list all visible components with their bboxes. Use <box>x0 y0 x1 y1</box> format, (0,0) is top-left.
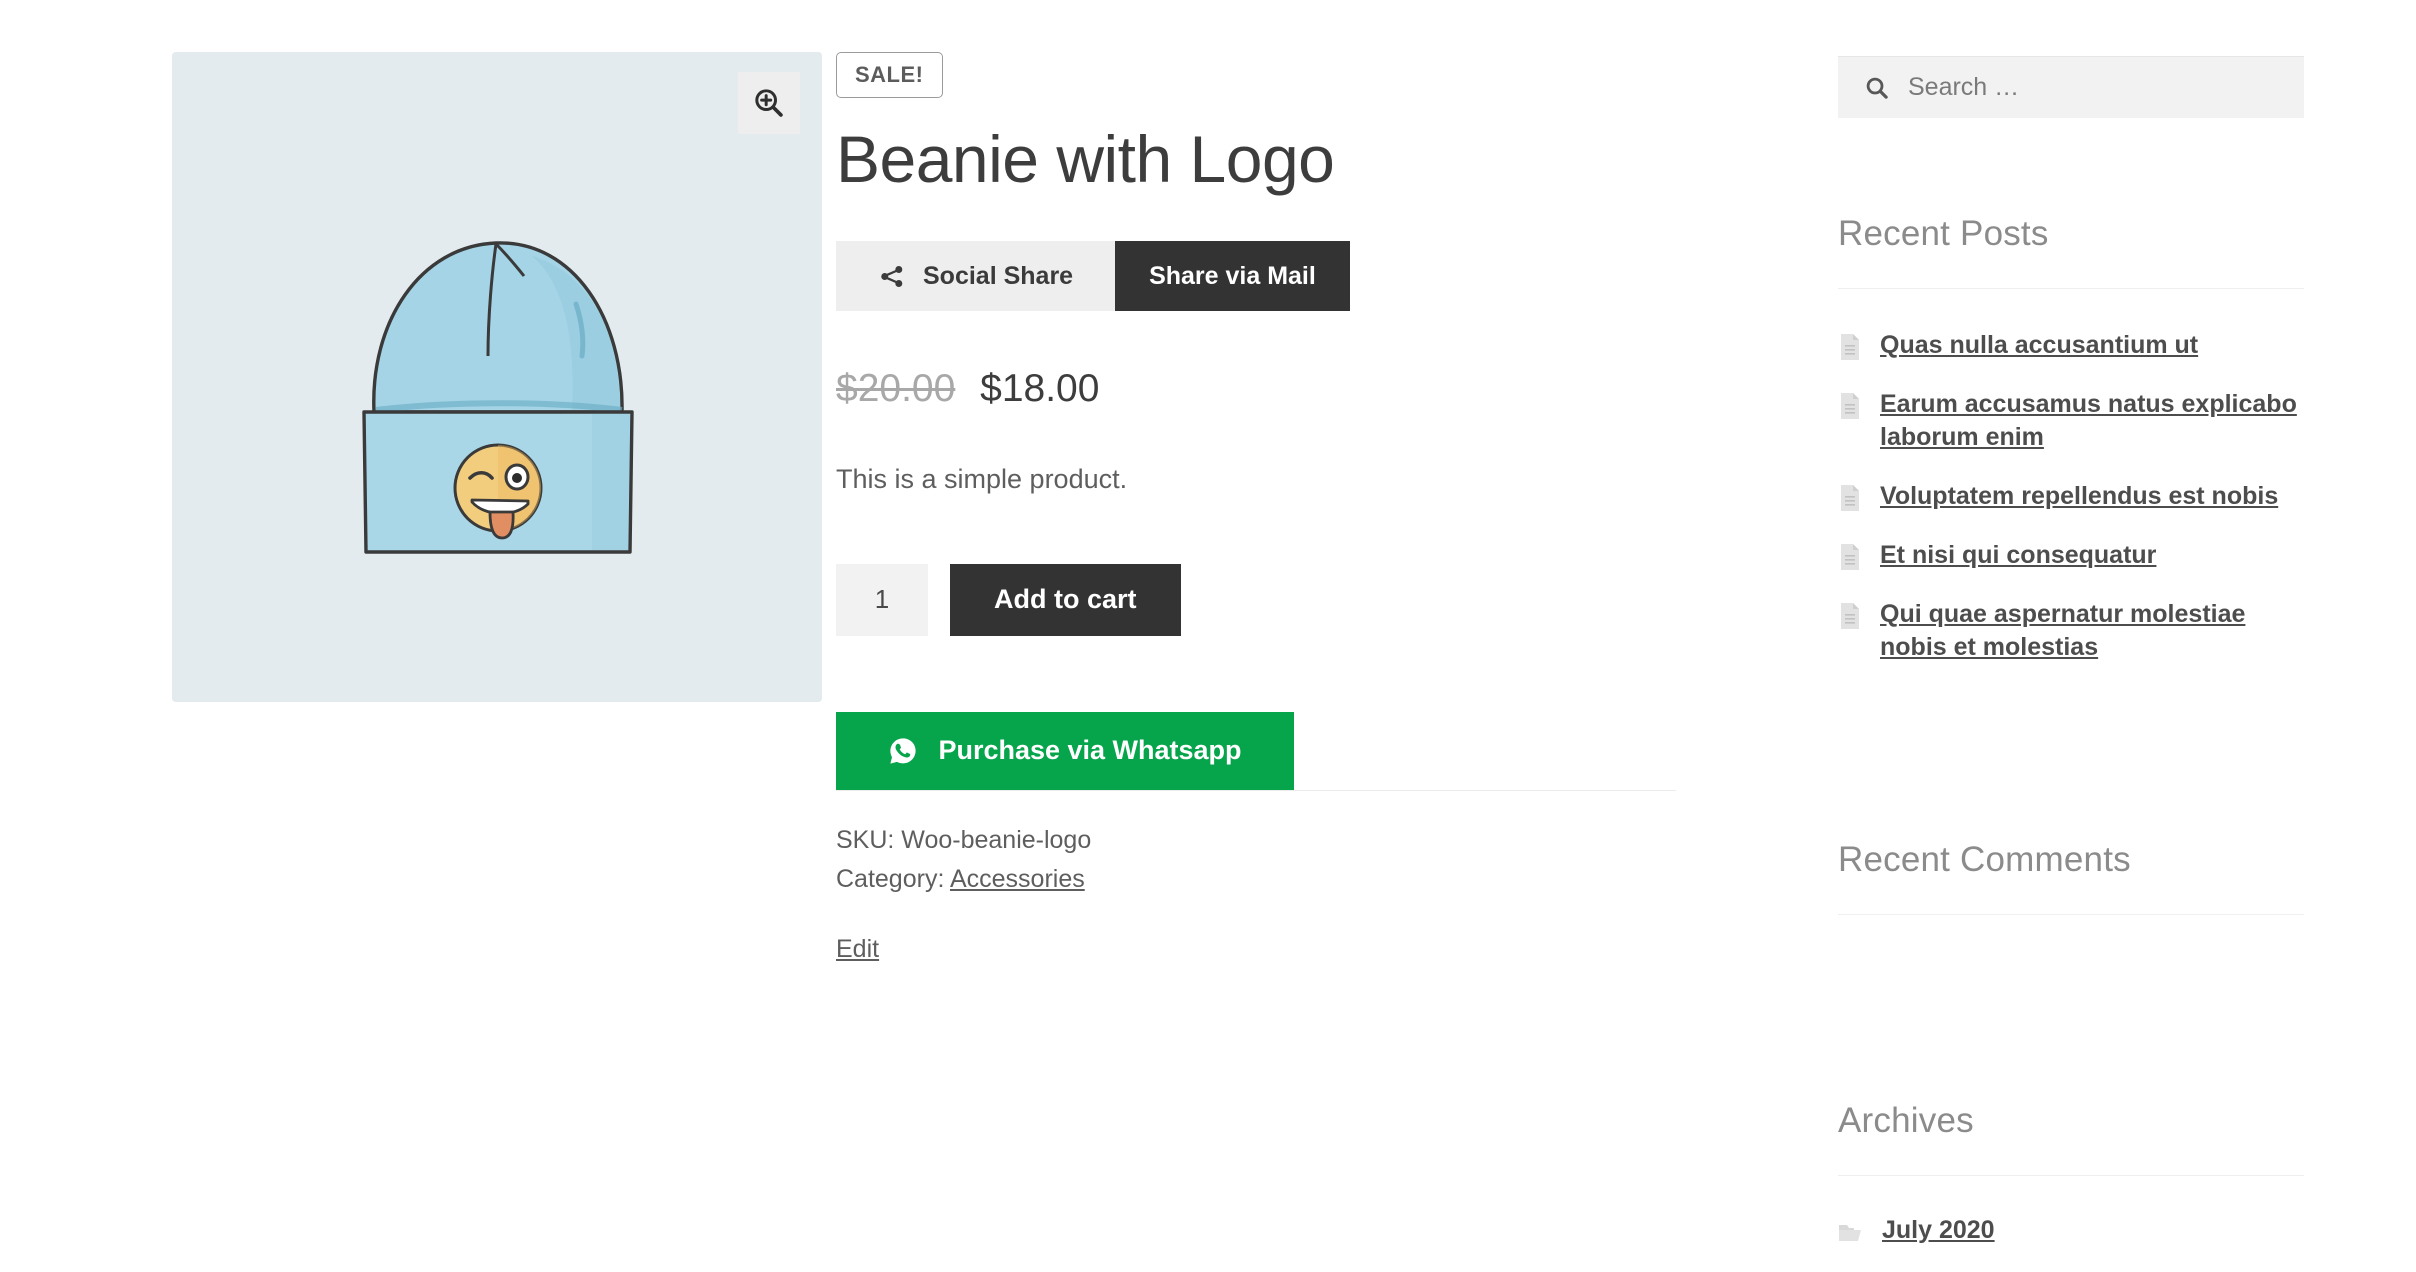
magnifier-plus-icon <box>755 89 783 117</box>
widget-recent-comments: Recent Comments <box>1838 840 2308 915</box>
social-share-label: Social Share <box>923 261 1074 290</box>
recent-post-link[interactable]: Et nisi qui consequatur <box>1880 539 2156 572</box>
search-input[interactable] <box>1906 57 2304 118</box>
recent-post-link[interactable]: Quas nulla accusantium ut <box>1880 329 2198 362</box>
add-to-cart-button[interactable]: Add to cart <box>950 563 1181 636</box>
list-item[interactable]: July 2020 <box>1838 1216 2308 1245</box>
price-sale: $18.00 <box>980 367 1100 411</box>
widget-rule <box>1838 1175 2304 1176</box>
product-summary: SALE! Beanie with Logo Social Share Shar… <box>800 0 1680 969</box>
product-page: SALE! Beanie with Logo Social Share Shar… <box>0 0 2416 1272</box>
product-image-frame[interactable] <box>172 52 822 702</box>
product-gallery <box>0 0 822 702</box>
price-regular: $20.00 <box>836 367 956 411</box>
search-icon <box>1866 77 1888 99</box>
product-category: Category: Accessories <box>836 860 1680 899</box>
document-icon <box>1841 334 1859 360</box>
list-item[interactable]: Et nisi qui consequatur <box>1838 539 2308 572</box>
widget-recent-posts: Recent Posts Quas nulla accusantium ut E… <box>1838 214 2308 664</box>
image-zoom-button[interactable] <box>738 72 800 134</box>
edit-product-link[interactable]: Edit <box>836 930 1680 969</box>
recent-comments-title: Recent Comments <box>1838 840 2131 879</box>
widget-rule <box>1838 914 2304 915</box>
product-price: $20.00 $18.00 <box>836 367 1680 411</box>
list-item[interactable]: Earum accusamus natus explicabo laborum … <box>1838 388 2308 454</box>
widget-archives: Archives July 2020 <box>1838 1101 2308 1245</box>
purchase-via-whatsapp-button[interactable]: Purchase via Whatsapp <box>836 711 1294 790</box>
sidebar: Recent Posts Quas nulla accusantium ut <box>1838 0 2308 1245</box>
share-nodes-icon <box>881 265 903 287</box>
recent-post-link[interactable]: Qui quae aspernatur molestiae nobis et m… <box>1880 598 2308 664</box>
product-short-description: This is a simple product. <box>836 464 1128 495</box>
list-item[interactable]: Qui quae aspernatur molestiae nobis et m… <box>1838 598 2308 664</box>
add-to-cart-form: Add to cart <box>836 563 1680 636</box>
recent-post-link[interactable]: Earum accusamus natus explicabo laborum … <box>1880 388 2308 454</box>
archives-title: Archives <box>1838 1101 1974 1140</box>
document-icon <box>1841 393 1859 419</box>
folder-icon <box>1839 1224 1861 1241</box>
quantity-input[interactable] <box>836 563 928 636</box>
archive-link[interactable]: July 2020 <box>1882 1216 1995 1245</box>
widget-rule <box>1838 288 2304 289</box>
document-icon <box>1841 485 1859 511</box>
product-image-beanie <box>172 52 822 702</box>
sale-badge: SALE! <box>836 52 943 98</box>
product-title: Beanie with Logo <box>836 122 1335 196</box>
share-via-mail-label: Share via Mail <box>1149 261 1316 290</box>
product-sku: SKU: Woo-beanie-logo <box>836 825 1092 854</box>
archives-list: July 2020 <box>1838 1216 2308 1245</box>
product-meta: SKU: Woo-beanie-logo Category: Accessori… <box>836 821 1680 969</box>
add-to-cart-label: Add to cart <box>994 584 1137 615</box>
social-share-button[interactable]: Social Share <box>836 241 1116 312</box>
whatsapp-icon <box>890 738 917 764</box>
recent-posts-list: Quas nulla accusantium ut Earum accusamu… <box>1838 329 2308 664</box>
product-category-label: Category: <box>836 864 945 893</box>
share-buttons: Social Share Share via Mail <box>836 241 1680 312</box>
product-category-link[interactable]: Accessories <box>950 865 1085 893</box>
search-form <box>1838 56 2304 118</box>
recent-post-link[interactable]: Voluptatem repellendus est nobis <box>1880 480 2278 513</box>
document-icon <box>1841 603 1859 629</box>
recent-posts-title: Recent Posts <box>1838 214 2049 253</box>
list-item[interactable]: Quas nulla accusantium ut <box>1838 329 2308 362</box>
list-item[interactable]: Voluptatem repellendus est nobis <box>1838 480 2308 513</box>
whatsapp-label: Purchase via Whatsapp <box>938 735 1242 766</box>
meta-divider <box>836 789 1676 791</box>
share-via-mail-button[interactable]: Share via Mail <box>1115 241 1350 312</box>
document-icon <box>1841 544 1859 570</box>
